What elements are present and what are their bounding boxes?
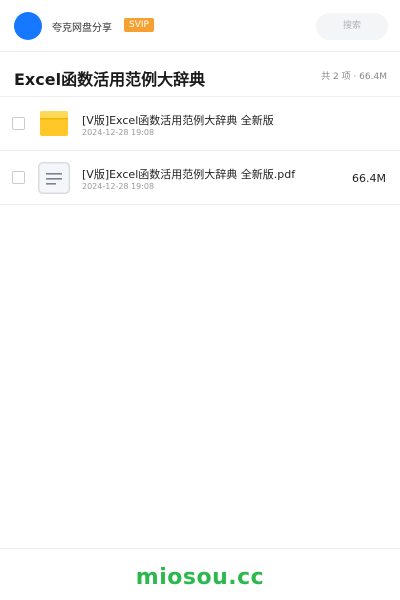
svip-badge: SVIP [124,18,154,32]
file-row[interactable]: [V版]Excel函数活用范例大辞典 全新版 2024-12-28 19:08 [0,97,400,151]
brand-name: 夸克网盘分享 [52,23,112,34]
row-checkbox[interactable] [12,171,25,184]
share-title-bar: Excel函数活用范例大辞典 共 2 项 · 66.4M [0,53,400,97]
site-watermark: miosou.cc [135,565,265,590]
file-name[interactable]: [V版]Excel函数活用范例大辞典 全新版.pdf [82,166,295,182]
top-bar: 夸克网盘分享 SVIP 搜索 [0,0,400,52]
file-size: 66.4M [352,172,386,185]
search-button[interactable]: 搜索 [316,13,388,40]
row-checkbox[interactable] [12,117,25,130]
footer-bar: miosou.cc [0,548,400,600]
file-row[interactable]: [V版]Excel函数活用范例大辞典 全新版.pdf 2024-12-28 19… [0,151,400,205]
file-name[interactable]: [V版]Excel函数活用范例大辞典 全新版 [82,112,274,128]
file-date: 2024-12-28 19:08 [82,182,155,191]
folder-icon [40,111,68,136]
document-icon [38,162,70,194]
share-title: Excel函数活用范例大辞典 [14,70,206,89]
share-summary: 共 2 项 · 66.4M [321,72,387,82]
file-date: 2024-12-28 19:08 [82,128,155,137]
avatar[interactable] [14,12,42,40]
